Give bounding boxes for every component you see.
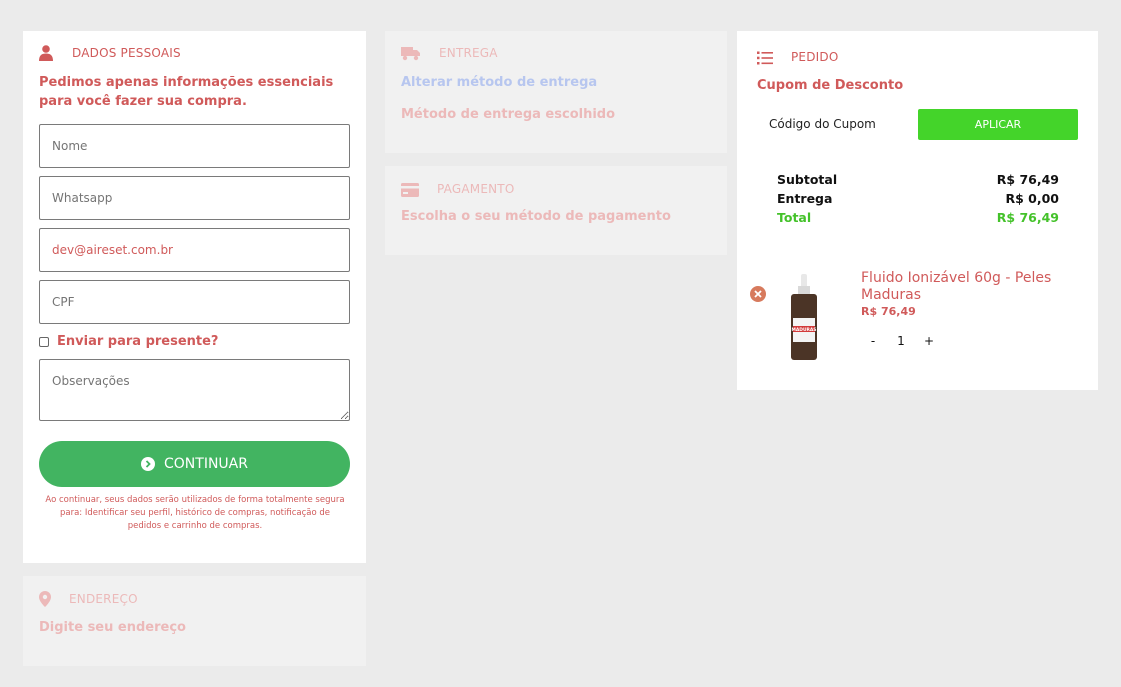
name-field[interactable]: [39, 124, 350, 168]
product-name[interactable]: Fluido Ionizável 60g - Peles Maduras: [861, 270, 1086, 304]
apply-coupon-button[interactable]: APLICAR: [918, 109, 1078, 140]
address-title: ENDEREÇO: [69, 592, 138, 606]
address-prompt[interactable]: Digite seu endereço: [39, 620, 186, 635]
quantity-value[interactable]: 1: [885, 334, 917, 348]
personal-data-header: DADOS PESSOAIS: [39, 45, 181, 61]
map-pin-icon: [39, 591, 51, 607]
increase-quantity-button[interactable]: +: [917, 334, 941, 348]
list-icon: [757, 50, 773, 65]
gift-option: Enviar para presente?: [39, 334, 218, 349]
arrow-right-circle-icon: [141, 457, 155, 471]
payment-prompt[interactable]: Escolha o seu método de pagamento: [401, 209, 671, 224]
user-icon: [39, 45, 53, 61]
truck-icon: [401, 45, 421, 61]
delivery-label: Entrega: [777, 191, 833, 206]
decrease-quantity-button[interactable]: -: [861, 334, 885, 348]
product-price: R$ 76,49: [861, 305, 916, 318]
order-card: PEDIDO Cupom de Desconto Código do Cupom…: [737, 31, 1098, 390]
cpf-field[interactable]: [39, 280, 350, 324]
order-title: PEDIDO: [791, 50, 839, 64]
subtotal-row: Subtotal R$ 76,49: [777, 170, 1059, 189]
subtotal-label: Subtotal: [777, 172, 838, 187]
address-header: ENDEREÇO: [39, 591, 138, 607]
email-field[interactable]: [39, 228, 350, 272]
credit-card-icon: [401, 182, 419, 197]
product-image: MADURAS: [787, 274, 821, 362]
payment-header: PAGAMENTO: [401, 182, 515, 197]
total-label: Total: [777, 210, 812, 225]
delivery-card: ENTREGA Alterar método de entrega Método…: [385, 31, 727, 153]
delivery-value: R$ 0,00: [1005, 191, 1059, 206]
gift-checkbox[interactable]: [39, 336, 49, 347]
payment-title: PAGAMENTO: [437, 182, 515, 196]
total-value: R$ 76,49: [996, 210, 1059, 225]
notes-field[interactable]: [39, 359, 350, 421]
gift-label[interactable]: Enviar para presente?: [57, 334, 218, 349]
total-row: Total R$ 76,49: [777, 208, 1059, 227]
coupon-input[interactable]: Código do Cupom: [769, 117, 876, 131]
payment-card: PAGAMENTO Escolha o seu método de pagame…: [385, 166, 727, 255]
personal-data-card: DADOS PESSOAIS Pedimos apenas informaçõe…: [23, 31, 366, 563]
delivery-row: Entrega R$ 0,00: [777, 189, 1059, 208]
coupon-title: Cupom de Desconto: [757, 78, 904, 93]
delivery-title: ENTREGA: [439, 46, 498, 60]
change-delivery-link[interactable]: Alterar método de entrega: [401, 75, 597, 90]
continue-button[interactable]: CONTINUAR: [39, 441, 350, 487]
continue-label: CONTINUAR: [164, 456, 248, 472]
address-card: ENDEREÇO Digite seu endereço: [23, 576, 366, 666]
personal-data-title: DADOS PESSOAIS: [72, 46, 181, 60]
privacy-disclaimer: Ao continuar, seus dados serão utilizado…: [45, 495, 345, 531]
bottle-label-text: MADURAS: [792, 327, 817, 333]
chosen-delivery-label: Método de entrega escolhido: [401, 107, 616, 122]
order-header: PEDIDO: [757, 50, 839, 65]
order-summary: Subtotal R$ 76,49 Entrega R$ 0,00 Total …: [777, 170, 1059, 227]
delivery-header: ENTREGA: [401, 45, 498, 61]
personal-data-subtitle: Pedimos apenas informações essenciais pa…: [39, 75, 334, 109]
remove-item-icon[interactable]: [750, 286, 766, 302]
subtotal-value: R$ 76,49: [996, 172, 1059, 187]
whatsapp-field[interactable]: [39, 176, 350, 220]
quantity-stepper: - 1 +: [861, 334, 941, 348]
